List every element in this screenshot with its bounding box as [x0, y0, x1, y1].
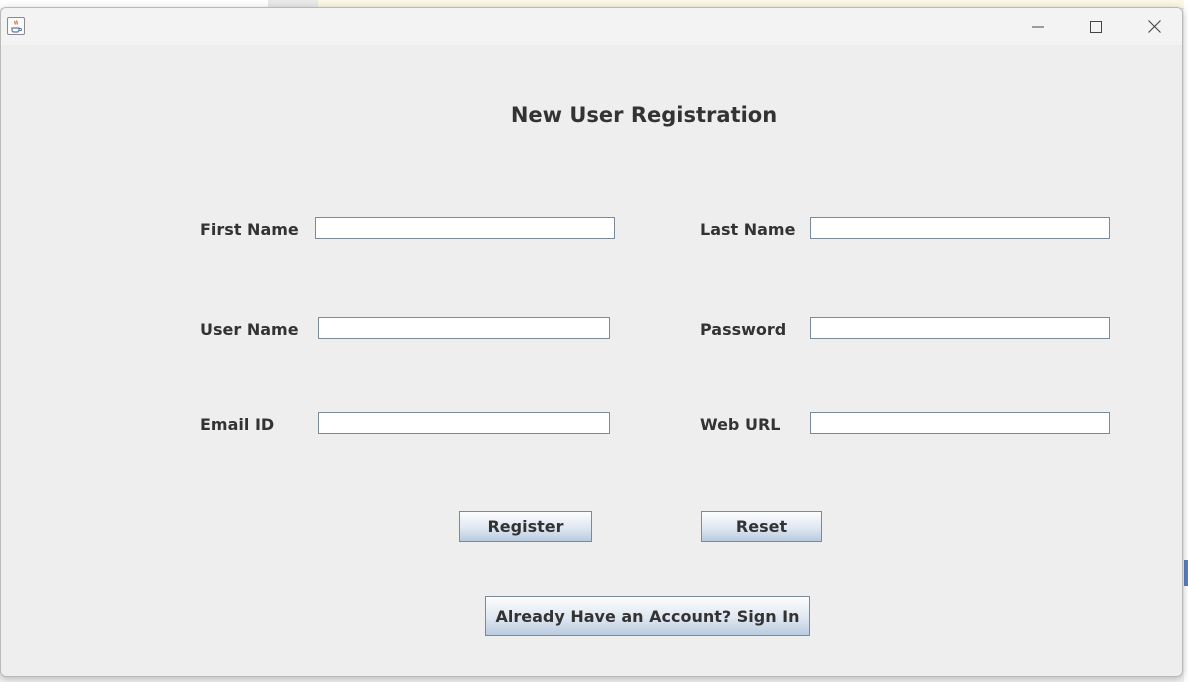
form-title: New User Registration [510, 103, 778, 127]
user-name-field[interactable] [318, 317, 610, 339]
register-button[interactable]: Register [459, 511, 592, 542]
registration-window: New User Registration First Name Last Na… [0, 7, 1183, 677]
close-icon [1147, 20, 1161, 33]
email-field[interactable] [318, 412, 610, 434]
last-name-label: Last Name [700, 220, 796, 239]
background-right-edge [1184, 0, 1188, 682]
password-label: Password [700, 320, 787, 339]
user-name-label: User Name [200, 320, 299, 339]
reset-button[interactable]: Reset [701, 511, 822, 542]
title-bar[interactable] [1, 8, 1182, 45]
java-icon[interactable] [7, 17, 25, 35]
close-button[interactable] [1125, 8, 1182, 45]
email-label: Email ID [200, 415, 275, 434]
web-url-label: Web URL [700, 415, 781, 434]
maximize-icon [1090, 20, 1102, 33]
first-name-field[interactable] [315, 217, 615, 239]
password-field[interactable] [810, 317, 1110, 339]
last-name-field[interactable] [810, 217, 1110, 239]
minimize-button[interactable] [1009, 8, 1067, 45]
minimize-icon [1032, 26, 1044, 27]
first-name-label: First Name [200, 220, 299, 239]
background-scroll-marker [1184, 560, 1188, 586]
sign-in-button[interactable]: Already Have an Account? Sign In [485, 596, 810, 636]
maximize-button[interactable] [1067, 8, 1125, 45]
web-url-field[interactable] [810, 412, 1110, 434]
